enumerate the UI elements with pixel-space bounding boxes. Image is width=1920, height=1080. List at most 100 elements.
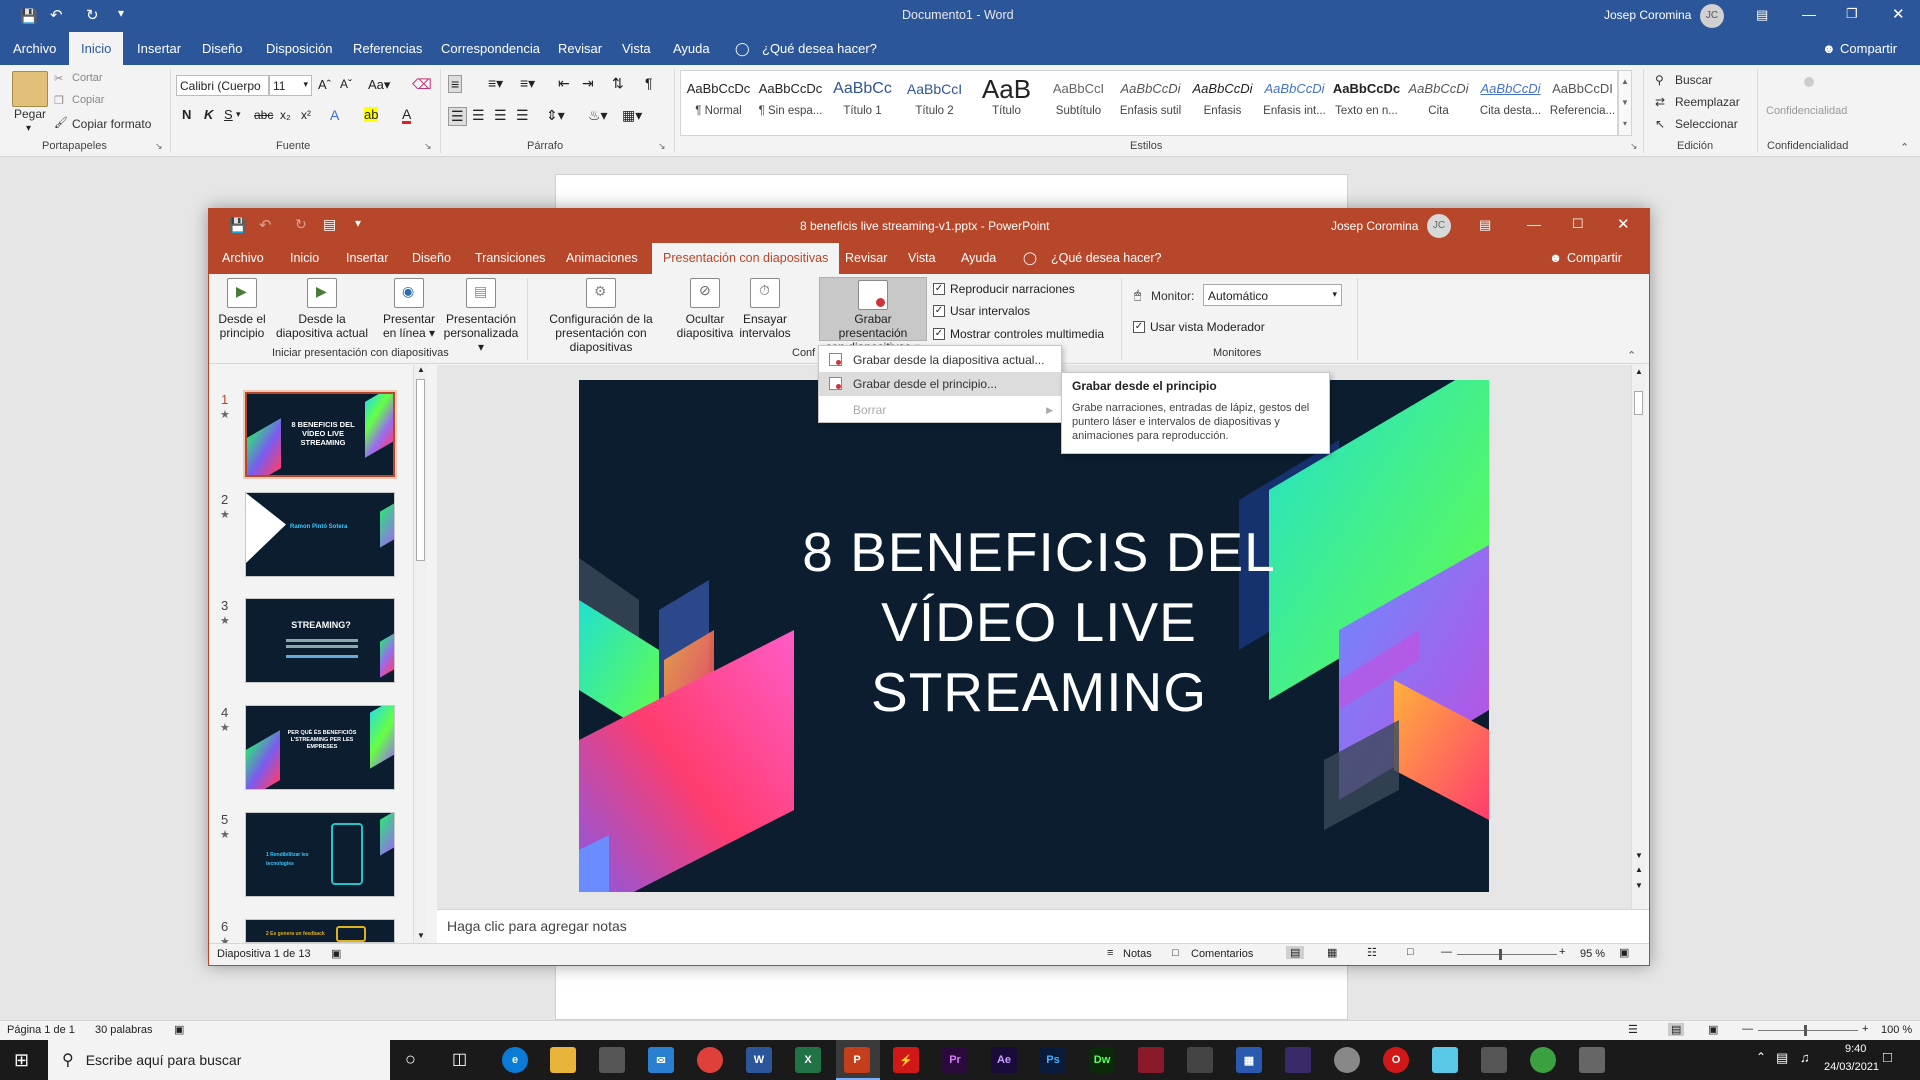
close-icon[interactable]: ✕ <box>1892 5 1905 23</box>
record-slideshow-dropdown[interactable]: Grabar presentacióncon diapositivas ▾ <box>819 312 927 354</box>
dialog-launcher-icon[interactable]: ↘ <box>658 141 666 152</box>
style-quote[interactable]: AaBbCcDi Cita <box>1403 73 1474 135</box>
setup-slideshow-button[interactable]: ⚙ Configuración de la presentación con di… <box>531 278 671 354</box>
customize-toolbar-icon[interactable]: ▾ <box>355 216 361 230</box>
cut-button[interactable]: Cortar <box>72 72 103 84</box>
scroll-down-icon[interactable]: ▼ <box>1635 851 1643 860</box>
undo-icon[interactable]: ↶ <box>259 216 272 234</box>
word-zoom-thumb[interactable] <box>1804 1025 1807 1036</box>
tab-vista[interactable]: Vista <box>622 32 651 65</box>
print-layout-icon[interactable]: ▤ <box>1668 1023 1685 1036</box>
notes-app-icon[interactable] <box>1432 1047 1458 1073</box>
pp-zoom-level[interactable]: 95 % <box>1580 948 1605 960</box>
grid-app-icon[interactable]: ▦ <box>1236 1047 1262 1073</box>
strikethrough-icon[interactable]: abc <box>254 108 273 122</box>
tell-me-search[interactable]: ¿Qué desea hacer? <box>1051 243 1162 274</box>
paste-icon[interactable] <box>12 71 48 107</box>
word-word-count[interactable]: 30 palabras <box>95 1024 153 1036</box>
present-online-button[interactable]: ◉ Presentar en línea ▾ <box>382 278 436 340</box>
tab-ayuda[interactable]: Ayuda <box>961 243 996 274</box>
bullets-icon[interactable]: ≡ <box>448 75 463 93</box>
scroll-down-icon[interactable]: ▼ <box>417 931 425 940</box>
restore-icon[interactable]: ❐ <box>1846 6 1858 22</box>
pp-user-name[interactable]: Josep Coromina <box>1331 219 1418 233</box>
customize-toolbar-icon[interactable]: ▾ <box>118 6 124 20</box>
read-mode-icon[interactable]: ☰ <box>1628 1023 1638 1036</box>
multilevel-list-icon[interactable]: ≡▾ <box>520 75 535 92</box>
style-intense-quote[interactable]: AaBbCcDi Cita desta... <box>1475 73 1546 135</box>
grow-font-icon[interactable]: Aˆ <box>318 77 331 92</box>
underline-icon[interactable]: S <box>224 107 233 122</box>
word-zoom-slider[interactable] <box>1758 1030 1858 1031</box>
zoom-in-icon[interactable]: + <box>1862 1023 1868 1035</box>
excel-taskbar-icon[interactable]: X <box>795 1047 821 1073</box>
shading-icon[interactable]: ♨▾ <box>588 107 608 124</box>
styles-scroll[interactable]: ▲ ▼ ▾ <box>1618 70 1632 136</box>
word-taskbar-icon[interactable]: W <box>746 1047 772 1073</box>
network-icon[interactable]: ▤ <box>1776 1050 1788 1066</box>
clear-item[interactable]: Borrar ▶ <box>819 398 1061 422</box>
scroll-up-icon[interactable]: ▲ <box>1635 367 1643 376</box>
scroll-up-icon[interactable]: ▲ <box>417 365 425 374</box>
save-icon[interactable]: 💾 <box>20 8 37 25</box>
save-icon[interactable]: 💾 <box>229 217 246 234</box>
zoom-out-icon[interactable]: — <box>1441 946 1452 958</box>
store-icon[interactable] <box>599 1047 625 1073</box>
style-emphasis[interactable]: AaBbCcDi Énfasis <box>1187 73 1258 135</box>
premiere-alt-icon[interactable] <box>1285 1047 1311 1073</box>
text-effects-icon[interactable]: A <box>330 107 339 123</box>
maximize-icon[interactable]: ☐ <box>1572 216 1584 232</box>
from-beginning-icon[interactable]: ▤ <box>323 216 336 233</box>
record-from-current-item[interactable]: Grabar desde la diapositiva actual... <box>819 348 1061 372</box>
share-icon[interactable]: ☻ <box>1822 32 1836 65</box>
tab-insertar[interactable]: Insertar <box>346 243 388 274</box>
slideshow-view-icon[interactable]: □ <box>1407 946 1414 958</box>
tab-insertar[interactable]: Insertar <box>137 32 181 65</box>
style-no-spacing[interactable]: AaBbCcDc ¶ Sin espa... <box>755 73 826 135</box>
share-button[interactable]: Compartir <box>1567 243 1622 274</box>
slide-thumbnail-3[interactable]: STREAMING? <box>245 598 395 683</box>
taskbar-search-box[interactable]: ⚲ Escribe aquí para buscar <box>48 1040 390 1080</box>
slide-sorter-icon[interactable]: ▦ <box>1327 946 1337 959</box>
notifications-icon[interactable]: □ <box>1883 1049 1892 1066</box>
dialog-launcher-icon[interactable]: ↘ <box>155 141 163 152</box>
style-title[interactable]: AaB Título <box>971 73 1042 135</box>
rehearse-timings-button[interactable]: ⏱ Ensayar intervalos <box>739 278 791 340</box>
style-strong[interactable]: AaBbCcDc Texto en n... <box>1331 73 1402 135</box>
redo-icon[interactable]: ↻ <box>295 216 307 233</box>
pp-zoom-slider[interactable] <box>1457 954 1557 955</box>
style-normal[interactable]: AaBbCcDc ¶ Normal <box>683 73 754 135</box>
style-heading-2[interactable]: AaBbCcI Título 2 <box>899 73 970 135</box>
italic-icon[interactable]: K <box>204 107 213 122</box>
style-intense-emphasis[interactable]: AaBbCcDi Énfasis int... <box>1259 73 1330 135</box>
comments-icon[interactable]: □ <box>1172 947 1179 959</box>
filezilla-icon[interactable] <box>1138 1047 1164 1073</box>
file-explorer-icon[interactable] <box>550 1047 576 1073</box>
tab-diseno[interactable]: Diseño <box>412 243 451 274</box>
show-marks-icon[interactable]: ¶ <box>645 75 653 91</box>
show-media-controls-checkbox[interactable]: ✓ Mostrar controles multimedia <box>933 327 1104 341</box>
word-user-name[interactable]: Josep Coromina <box>1604 8 1691 22</box>
current-slide[interactable]: 8 BENEFICIS DEL VÍDEO LIVE STREAMING <box>579 380 1489 892</box>
chrome-icon[interactable] <box>697 1047 723 1073</box>
font-name-select[interactable]: Calibri (Cuerpo <box>176 75 269 96</box>
notes-pane[interactable]: Haga clic para agregar notas <box>437 909 1649 943</box>
dialog-launcher-icon[interactable]: ↘ <box>1630 141 1638 152</box>
collapse-ribbon-icon[interactable]: ⌃ <box>1900 141 1909 154</box>
scroll-thumb[interactable] <box>1634 391 1643 415</box>
scroll-thumb[interactable] <box>416 379 425 561</box>
spelling-icon[interactable]: ▣ <box>331 947 341 960</box>
find-button[interactable]: Buscar <box>1675 73 1712 87</box>
custom-show-button[interactable]: ▤ Presentación personalizada ▾ <box>441 278 521 354</box>
collapse-ribbon-icon[interactable]: ⌃ <box>1627 349 1636 362</box>
dialog-launcher-icon[interactable]: ↘ <box>424 141 432 152</box>
notes-icon[interactable]: ≡ <box>1107 947 1113 959</box>
share-icon[interactable]: ☻ <box>1549 243 1562 274</box>
zoom-in-icon[interactable]: + <box>1559 946 1565 958</box>
increase-indent-icon[interactable]: ⇥ <box>582 75 594 92</box>
style-subtitle[interactable]: AaBbCcI Subtítulo <box>1043 73 1114 135</box>
play-narrations-checkbox[interactable]: ✓ Reproducir narraciones <box>933 282 1075 296</box>
slide-thumbnail-6[interactable]: 2 Es genera un feedback <box>245 919 395 943</box>
previous-slide-icon[interactable]: ▲ <box>1635 865 1643 874</box>
replace-button[interactable]: Reemplazar <box>1675 95 1740 109</box>
